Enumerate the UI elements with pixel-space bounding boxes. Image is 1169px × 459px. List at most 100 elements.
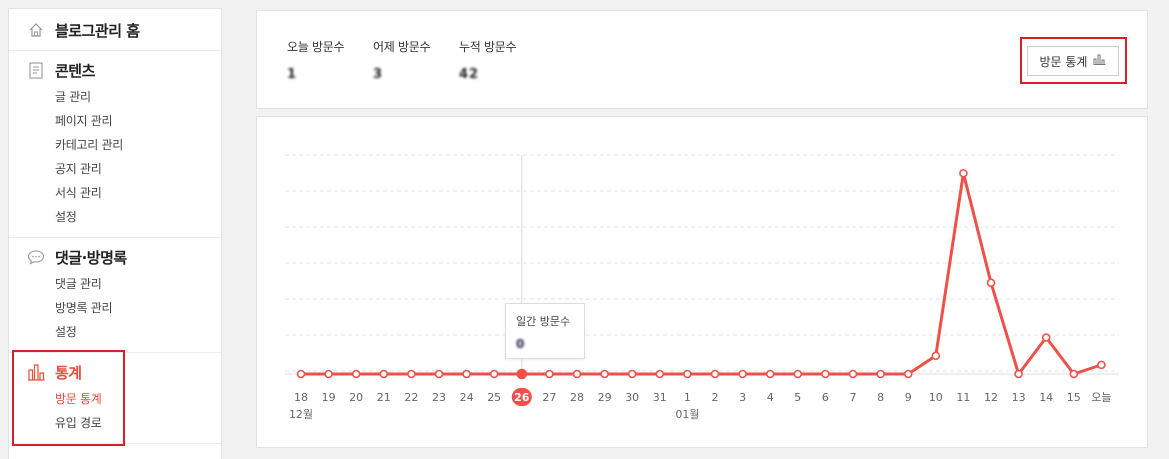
total-visits-label: 누적 방문수 — [459, 40, 517, 54]
sidebar-item-stats[interactable]: 통계 — [9, 353, 221, 391]
submenu-item-visit-stats[interactable]: 방문 통계 — [55, 387, 221, 411]
x-tick-label: 9 — [905, 391, 912, 404]
x-tick-label: 21 — [377, 391, 391, 404]
data-point — [351, 369, 361, 379]
x-tick-label: 27 — [542, 391, 556, 404]
data-point — [876, 369, 885, 379]
data-point — [296, 369, 306, 379]
sidebar-item-label: 댓글·방명록 — [55, 248, 127, 267]
data-point — [600, 369, 609, 379]
data-point — [462, 369, 471, 379]
x-tick-label: 28 — [570, 391, 584, 404]
sidebar-item-comments[interactable]: 댓글·방명록 — [9, 238, 221, 276]
x-tick-label: 10 — [929, 391, 943, 404]
stats-submenu: 방문 통계 유입 경로 — [9, 387, 221, 443]
x-tick-label: 23 — [432, 391, 446, 404]
data-point — [765, 369, 775, 379]
submenu-item-categories[interactable]: 카테고리 관리 — [55, 133, 221, 157]
submenu-item-notices[interactable]: 공지 관리 — [55, 157, 221, 181]
x-month-label: 12월 — [289, 408, 313, 421]
x-tick-label: 11 — [956, 391, 970, 404]
x-tick-label: 12 — [984, 391, 998, 404]
sidebar-section-home: 블로그관리 홈 — [9, 9, 221, 51]
speech-bubble-icon — [27, 248, 45, 266]
bar-chart-icon — [27, 363, 45, 381]
sidebar: 블로그관리 홈 콘텐츠 글 관리 페이지 관리 카테고리 관리 공지 관리 서식… — [8, 8, 222, 459]
x-tick-label: 8 — [877, 391, 884, 404]
data-point — [821, 369, 830, 379]
today-visits-label: 오늘 방문수 — [287, 40, 345, 54]
sidebar-item-home[interactable]: 블로그관리 홈 — [9, 9, 221, 51]
sidebar-section-comments: 댓글·방명록 댓글 관리 방명록 관리 설정 — [9, 238, 221, 353]
submenu-item-posts[interactable]: 글 관리 — [55, 85, 221, 109]
data-point — [1014, 369, 1023, 379]
x-tick-label: 2 — [712, 391, 719, 404]
data-point — [986, 278, 996, 288]
today-visits-value: 1 — [287, 67, 298, 82]
data-point — [407, 369, 416, 379]
x-tick-label: 3 — [739, 391, 746, 404]
x-tick-label: 22 — [404, 391, 418, 404]
yesterday-visits-label: 어제 방문수 — [373, 40, 431, 54]
x-tick-label: 20 — [349, 391, 363, 404]
data-point — [903, 369, 913, 379]
bar-chart-icon — [1093, 54, 1106, 68]
x-tick-label: 25 — [487, 391, 501, 404]
contents-submenu: 글 관리 페이지 관리 카테고리 관리 공지 관리 서식 관리 설정 — [9, 85, 221, 237]
sidebar-item-label: 콘텐츠 — [55, 61, 95, 80]
sidebar-item-contents[interactable]: 콘텐츠 — [9, 51, 221, 89]
x-tick-label: 29 — [598, 391, 612, 404]
x-tick-label: 7 — [850, 391, 857, 404]
data-point — [848, 369, 858, 379]
data-point — [1041, 333, 1051, 342]
data-point — [738, 369, 747, 379]
visit-stats-button-label: 방문 통계 — [1039, 54, 1088, 69]
daily-visits-chart-card: 18 19 20 21 22 23 24 25 26 27 28 29 30 31 1 2 3 4 5 6 7 8 9 10 1… — [256, 116, 1148, 448]
submenu-item-settings[interactable]: 설정 — [55, 205, 221, 229]
sidebar-item-label: 블로그관리 홈 — [55, 21, 140, 40]
tooltip-value: 0 — [516, 337, 525, 351]
x-tick-label: 31 — [653, 391, 667, 404]
data-point — [931, 351, 941, 361]
chart-tooltip: 일간 방문수 0 — [505, 303, 585, 359]
submenu-item-pages[interactable]: 페이지 관리 — [55, 109, 221, 133]
visit-stats-button[interactable]: 방문 통계 — [1027, 46, 1119, 76]
today-visits: 오늘 방문수 1 — [287, 38, 345, 82]
x-tick-label: 오늘 — [1091, 391, 1111, 404]
submenu-item-referrers[interactable]: 유입 경로 — [55, 411, 221, 435]
submenu-item-comment-settings[interactable]: 설정 — [55, 320, 221, 344]
visit-summary-card: 오늘 방문수 1 어제 방문수 3 누적 방문수 42 방문 통계 — [256, 10, 1148, 109]
data-point — [710, 369, 720, 379]
x-tick-label: 30 — [625, 391, 639, 404]
submenu-item-guestbook[interactable]: 방명록 관리 — [55, 296, 221, 320]
data-point — [959, 168, 968, 178]
data-point — [572, 369, 582, 379]
comments-submenu: 댓글 관리 방명록 관리 설정 — [9, 272, 221, 352]
daily-visits-chart: 18 19 20 21 22 23 24 25 26 27 28 29 30 31 1 2 3 4 5 6 7 8 9 10 1… — [285, 154, 1119, 421]
data-point — [379, 369, 389, 379]
submenu-item-comments[interactable]: 댓글 관리 — [55, 272, 221, 296]
data-point — [489, 369, 499, 379]
document-icon — [27, 61, 45, 79]
x-tick-label: 13 — [1012, 391, 1026, 404]
total-visits-value: 42 — [459, 67, 480, 82]
data-point — [1069, 369, 1079, 379]
yesterday-visits-value: 3 — [373, 67, 384, 82]
tooltip-label: 일간 방문수 — [516, 315, 571, 328]
x-tick-label: 14 — [1039, 391, 1053, 404]
x-tick-label: 5 — [794, 391, 801, 404]
series-line — [301, 171, 1102, 376]
data-point — [516, 368, 528, 380]
x-tick-label: 26 — [514, 391, 530, 404]
x-tick-label: 1 — [684, 391, 691, 404]
data-point — [655, 369, 665, 379]
data-point — [434, 369, 444, 379]
x-tick-label: 19 — [322, 391, 336, 404]
data-point — [1097, 360, 1106, 370]
x-month-label: 01월 — [675, 408, 699, 421]
x-tick-label: 6 — [822, 391, 829, 404]
data-point — [793, 369, 803, 379]
x-tick-label: 15 — [1067, 391, 1081, 404]
submenu-item-templates[interactable]: 서식 관리 — [55, 181, 221, 205]
yesterday-visits: 어제 방문수 3 — [373, 38, 431, 82]
